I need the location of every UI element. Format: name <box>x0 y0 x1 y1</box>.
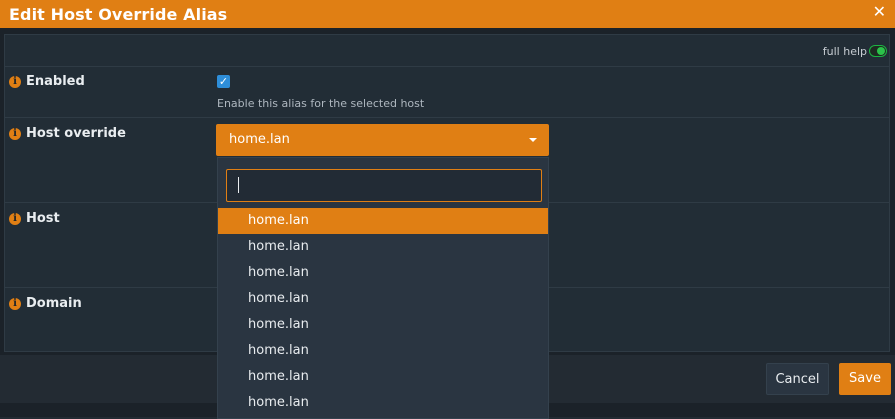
dropdown-search-input[interactable] <box>226 169 542 202</box>
host-label-text: Host <box>26 211 60 226</box>
chevron-down-icon <box>529 138 537 142</box>
full-help-toggle[interactable] <box>869 45 887 57</box>
domain-label-text: Domain <box>26 296 82 311</box>
dropdown-option-label: home.lan <box>248 213 309 228</box>
full-help-row: full help <box>4 38 890 66</box>
enabled-label-text: Enabled <box>26 74 85 89</box>
dropdown-option-label: home.lan <box>248 239 309 254</box>
host-label: i Host <box>9 211 60 226</box>
text-cursor <box>238 177 239 193</box>
host-override-label-text: Host override <box>26 126 126 141</box>
host-override-label: i Host override <box>9 126 126 141</box>
dropdown-option-label: home.lan <box>248 343 309 358</box>
dialog-title: Edit Host Override Alias <box>9 5 228 24</box>
dropdown-option[interactable]: home.lan <box>218 234 548 260</box>
dropdown-option-label: home.lan <box>248 395 309 410</box>
divider <box>4 117 890 118</box>
dropdown-option[interactable]: home.lan <box>218 364 548 390</box>
dropdown-option-label: home.lan <box>248 317 309 332</box>
dialog-titlebar: Edit Host Override Alias ✕ <box>0 0 895 28</box>
enabled-help-text: Enable this alias for the selected host <box>217 97 425 110</box>
host-override-select[interactable]: home.lan <box>216 124 549 156</box>
dropdown-option[interactable]: home.lan <box>218 338 548 364</box>
info-icon[interactable]: i <box>9 297 21 310</box>
toggle-knob <box>877 47 885 55</box>
dropdown-option-label: home.lan <box>248 265 309 280</box>
full-help-label: full help <box>822 45 867 58</box>
dropdown-option[interactable]: home.lan <box>218 260 548 286</box>
dropdown-option-label: home.lan <box>248 291 309 306</box>
dropdown-option[interactable]: home.lan <box>218 286 548 312</box>
divider <box>4 66 890 67</box>
info-icon[interactable]: i <box>9 212 21 225</box>
dropdown-option[interactable]: home.lan <box>218 208 548 234</box>
info-icon[interactable]: i <box>9 127 21 140</box>
host-override-value: home.lan <box>229 132 290 147</box>
close-icon[interactable]: ✕ <box>873 3 886 21</box>
info-icon[interactable]: i <box>9 75 21 88</box>
save-button[interactable]: Save <box>839 363 891 395</box>
dropdown-option[interactable]: home.lan <box>218 390 548 416</box>
enabled-label: i Enabled <box>9 74 85 89</box>
host-override-dropdown: home.lan home.lan home.lan home.lan home.lan… <box>217 157 549 419</box>
cancel-button[interactable]: Cancel <box>766 363 829 395</box>
enabled-checkbox[interactable]: ✓ <box>217 75 230 88</box>
domain-label: i Domain <box>9 296 82 311</box>
dropdown-option[interactable]: home.lan <box>218 312 548 338</box>
dropdown-option-label: home.lan <box>248 369 309 384</box>
